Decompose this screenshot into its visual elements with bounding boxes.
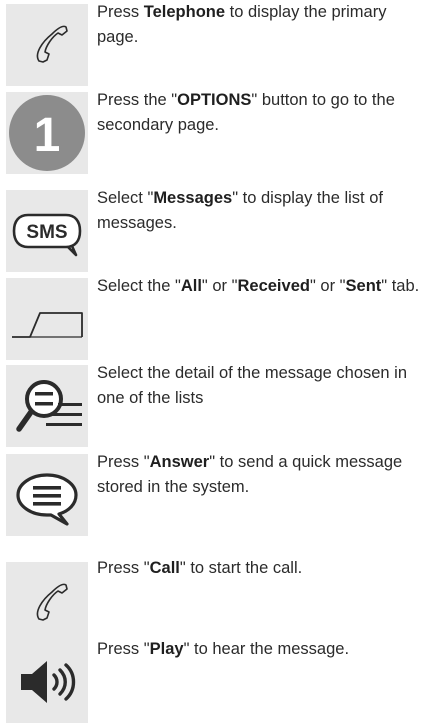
tab-icon	[6, 278, 88, 360]
step-options: 1 Press the "OPTIONS" button to go to th…	[0, 91, 436, 174]
step-tabs: Select the "All" or "Received" or "Sent"…	[0, 277, 436, 360]
step-text: Press Telephone to display the primary p…	[97, 3, 387, 46]
detail-magnifier-list-icon	[6, 365, 88, 447]
instruction-list: Press Telephone to display the primary p…	[0, 0, 436, 726]
step-answer: Press "Answer" to send a quick message s…	[0, 453, 436, 536]
step-text: Press "Call" to start the call.	[97, 559, 303, 577]
number-1-badge-icon: 1	[6, 92, 88, 174]
telephone-handset-icon	[6, 4, 88, 86]
step-telephone: Press Telephone to display the primary p…	[0, 3, 436, 86]
step-text: Select the detail of the message chosen …	[97, 364, 408, 407]
sms-label: SMS	[26, 222, 67, 243]
step-text: Select "Messages" to display the list of…	[97, 189, 383, 232]
step-detail: Select the detail of the message chosen …	[0, 364, 436, 447]
step-call: Press "Call" to start the call.	[0, 559, 436, 644]
step-text: Select the "All" or "Received" or "Sent"…	[97, 277, 420, 295]
telephone-handset-icon	[6, 562, 88, 644]
step-text: Press "Answer" to send a quick message s…	[97, 453, 403, 496]
message-bubble-icon	[6, 454, 88, 536]
step-text: Press "Play" to hear the message.	[97, 640, 350, 658]
sms-bubble-icon: SMS	[6, 190, 88, 272]
step-text: Press the "OPTIONS" button to go to the …	[97, 91, 395, 134]
speaker-volume-icon	[6, 641, 88, 723]
step-play: Press "Play" to hear the message.	[0, 640, 436, 723]
badge-number: 1	[34, 109, 61, 162]
step-messages: SMS Select "Messages" to display the lis…	[0, 189, 436, 272]
